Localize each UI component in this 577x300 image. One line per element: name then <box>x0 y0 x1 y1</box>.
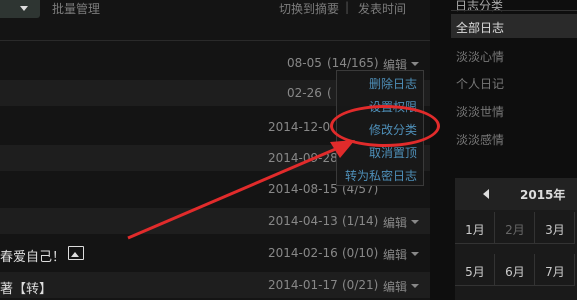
arrow-shaft <box>127 143 346 240</box>
annotation-highlight-circle <box>330 105 440 147</box>
annotation-arrow <box>127 140 355 240</box>
